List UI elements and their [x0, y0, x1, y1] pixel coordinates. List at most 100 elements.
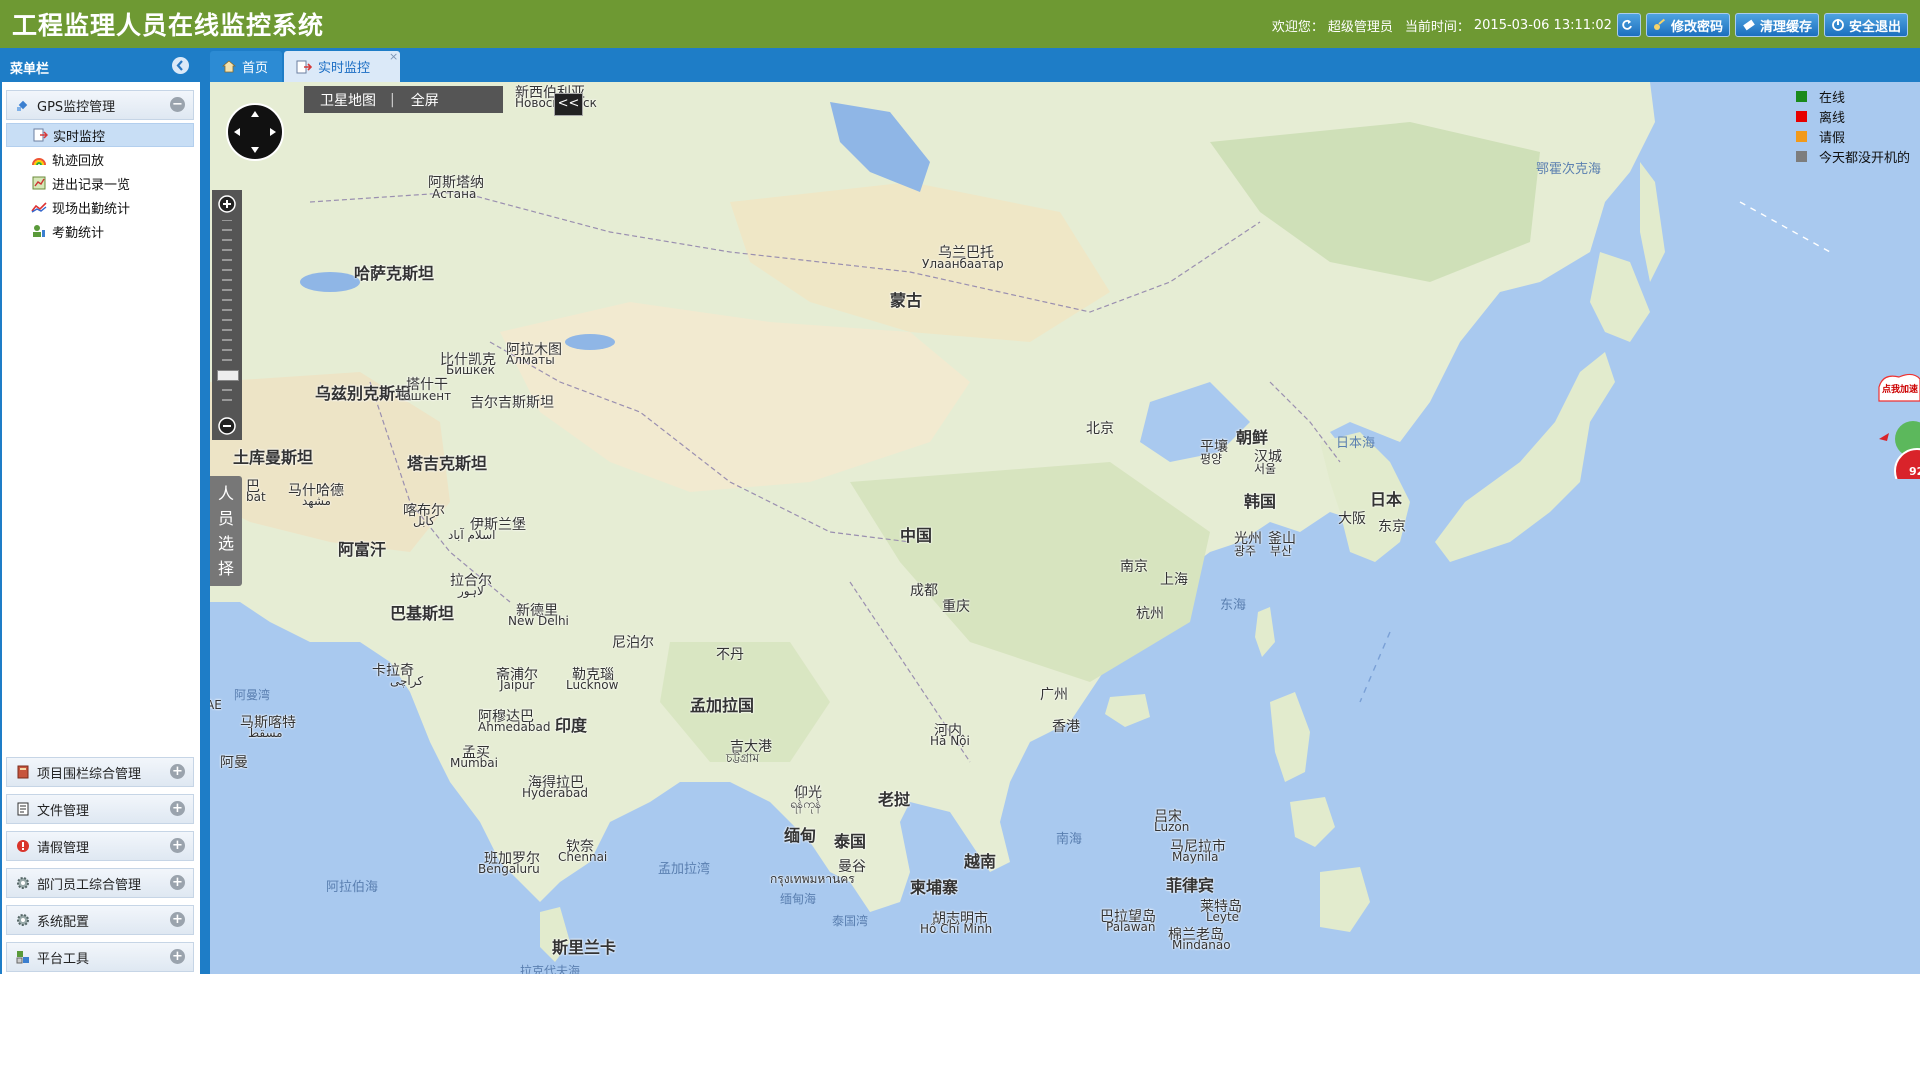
map-label-eastsea: 东海 [1220, 598, 1247, 613]
toolbar-collapse-button[interactable]: << [554, 93, 583, 116]
sidebar-group-platform-tools[interactable]: 平台工具 + [6, 942, 194, 972]
map-label-mashhad-fa: مشهد [302, 494, 331, 508]
refresh-icon [1622, 19, 1632, 30]
logout-label: 安全退出 [1848, 19, 1901, 35]
clear-cache-label: 清理缓存 [1759, 19, 1812, 35]
pan-control[interactable] [226, 103, 284, 161]
sidebar-item-onsite-attendance[interactable]: 现场出勤统计 [6, 195, 194, 219]
logout-button[interactable]: 安全退出 [1823, 13, 1908, 37]
change-password-label: 修改密码 [1670, 19, 1723, 35]
sidebar-group-department-staff[interactable]: 部门员工综合管理 + [6, 868, 194, 898]
clear-cache-button[interactable]: 清理缓存 [1734, 13, 1819, 37]
map-label-cambodia: 柬埔寨 [910, 878, 959, 897]
plus-icon[interactable]: + [170, 801, 185, 816]
header-bar: 工程监理人员在线监控系统 欢迎您： 超级管理员 当前时间： 2015-03-06… [0, 0, 1920, 48]
map-label-chengdu: 成都 [910, 583, 938, 599]
minus-icon[interactable]: − [170, 97, 185, 112]
plus-icon[interactable]: + [170, 764, 185, 779]
page-bottom-blank [0, 974, 1920, 1080]
plus-icon[interactable]: + [170, 875, 185, 890]
plus-icon[interactable]: + [170, 838, 185, 853]
sidebar-group-leave-management[interactable]: 请假管理 + [6, 831, 194, 861]
map-label-southchinasea: 南海 [1056, 832, 1083, 847]
map-label-japan: 日本 [1370, 490, 1403, 509]
sidebar-item-attendance-stats[interactable]: 考勤统计 [6, 219, 194, 243]
map-label-tashkent-ru: Тошкент [396, 389, 452, 403]
speed-boost-label: 点我加速 [1882, 385, 1919, 395]
map-label-ahmedabad-en: Ahmedabad [478, 720, 551, 734]
sidebar-group-label: 部门员工综合管理 [37, 877, 142, 893]
sidebar-item-label: 现场出勤统计 [52, 201, 131, 217]
book-icon [15, 764, 31, 780]
zoom-thumb[interactable] [217, 370, 239, 381]
map-label-thailand: 泰国 [834, 832, 867, 851]
map-label-osaka: 大阪 [1338, 511, 1366, 527]
sidebar-group-label: 文件管理 [37, 803, 90, 819]
sidebar-item-entry-exit-records[interactable]: 进出记录一览 [6, 171, 194, 195]
map-label-pakistan: 巴基斯坦 [390, 604, 455, 623]
map-label-bayofbengal: 孟加拉湾 [658, 862, 711, 877]
map-label-yangon-my: ရန်ကုန် [790, 797, 822, 811]
map-label-hyderabad-en: Hyderabad [522, 786, 588, 800]
fullscreen-button[interactable]: 全屏 [411, 90, 439, 110]
map-view[interactable]: 新西伯利亚 Новосибирск 阿斯塔纳 Астана 哈萨克斯坦 乌兰巴托… [210, 82, 1920, 974]
map-label-bishkek-ru: Бишкек [446, 363, 495, 377]
sidebar-group-file-management[interactable]: 文件管理 + [6, 794, 194, 824]
map-label-chongqing: 重庆 [942, 599, 970, 615]
tab-close-icon[interactable]: × [389, 50, 398, 63]
zoom-slider[interactable] [212, 190, 242, 440]
user-stats-icon [31, 223, 47, 239]
map-label-kyrgyzstan: 吉尔吉斯斯坦 [470, 395, 554, 411]
map-label-kazakhstan: 哈萨克斯坦 [354, 264, 435, 283]
change-password-button[interactable]: 修改密码 [1645, 13, 1730, 37]
map-label-manila-en: Maynila [1172, 850, 1219, 864]
zoom-in-icon[interactable] [217, 194, 237, 214]
person-select-char: 人 [217, 484, 234, 503]
tools-icon [15, 949, 31, 965]
map-label-hongkong: 香港 [1052, 719, 1080, 735]
tab-home-label: 首页 [242, 61, 269, 76]
tab-realtime-monitor[interactable]: 实时监控 [284, 51, 400, 82]
sidebar-group-label: 平台工具 [37, 951, 90, 967]
sidebar-group-system-config[interactable]: 系统配置 + [6, 905, 194, 935]
zoom-out-icon[interactable] [217, 416, 237, 436]
tab-home[interactable]: 首页 [210, 51, 282, 82]
map-label-ae: AE [210, 698, 222, 712]
map-label-gulfoman: 阿曼湾 [234, 688, 271, 702]
sidebar-group-gps[interactable]: GPS监控管理 − [6, 90, 194, 120]
chevron-left-icon [176, 60, 183, 71]
map-label-abat-en: bat [246, 490, 266, 504]
legend-label: 请假 [1819, 130, 1846, 146]
map-label-busan-ko: 부산 [1270, 544, 1293, 558]
gear-icon [15, 875, 31, 891]
menu-title: 菜单栏 [10, 62, 50, 77]
key-icon [1653, 18, 1665, 30]
sidebar-item-realtime-monitor[interactable]: 实时监控 [6, 123, 194, 147]
sidebar-collapse-button[interactable] [172, 57, 189, 74]
app-title: 工程监理人员在线监控系统 [12, 11, 325, 40]
legend-online: 在线 [1796, 86, 1910, 106]
map-label-srilanka: 斯里兰卡 [552, 938, 617, 957]
monitor-doc-icon [32, 127, 48, 143]
rainbow-icon [31, 151, 47, 167]
speed-boost-widget[interactable]: 点我加速 92 [1873, 369, 1920, 494]
plus-icon[interactable]: + [170, 912, 185, 927]
map-label-arabiansea: 阿拉伯海 [326, 880, 379, 895]
satellite-map-button[interactable]: 卫星地图 [320, 90, 376, 110]
speed-boost-count: 92 [1909, 465, 1920, 478]
sidebar-item-label: 轨迹回放 [52, 153, 105, 169]
legend-label: 今天都没开机的 [1819, 150, 1911, 166]
map-label-almaty-ru: Алматы [506, 353, 555, 367]
map-label-laos: 老挝 [878, 790, 911, 809]
plus-icon[interactable]: + [170, 949, 185, 964]
refresh-button[interactable] [1616, 13, 1641, 37]
sidebar-item-track-playback[interactable]: 轨迹回放 [6, 147, 194, 171]
map-label-northkorea: 朝鲜 [1236, 428, 1269, 447]
map-label-karachi-ur: کراچی [390, 674, 424, 688]
sidebar-group-project-fence[interactable]: 项目围栏综合管理 + [6, 757, 194, 787]
legend-leave: 请假 [1796, 126, 1910, 146]
map-label-mongolia: 蒙古 [890, 291, 923, 310]
map-label-jaipur-en: Jaipur [500, 678, 535, 692]
person-select-tab[interactable]: 人 员 选 择 [210, 476, 242, 586]
home-icon [222, 60, 236, 73]
